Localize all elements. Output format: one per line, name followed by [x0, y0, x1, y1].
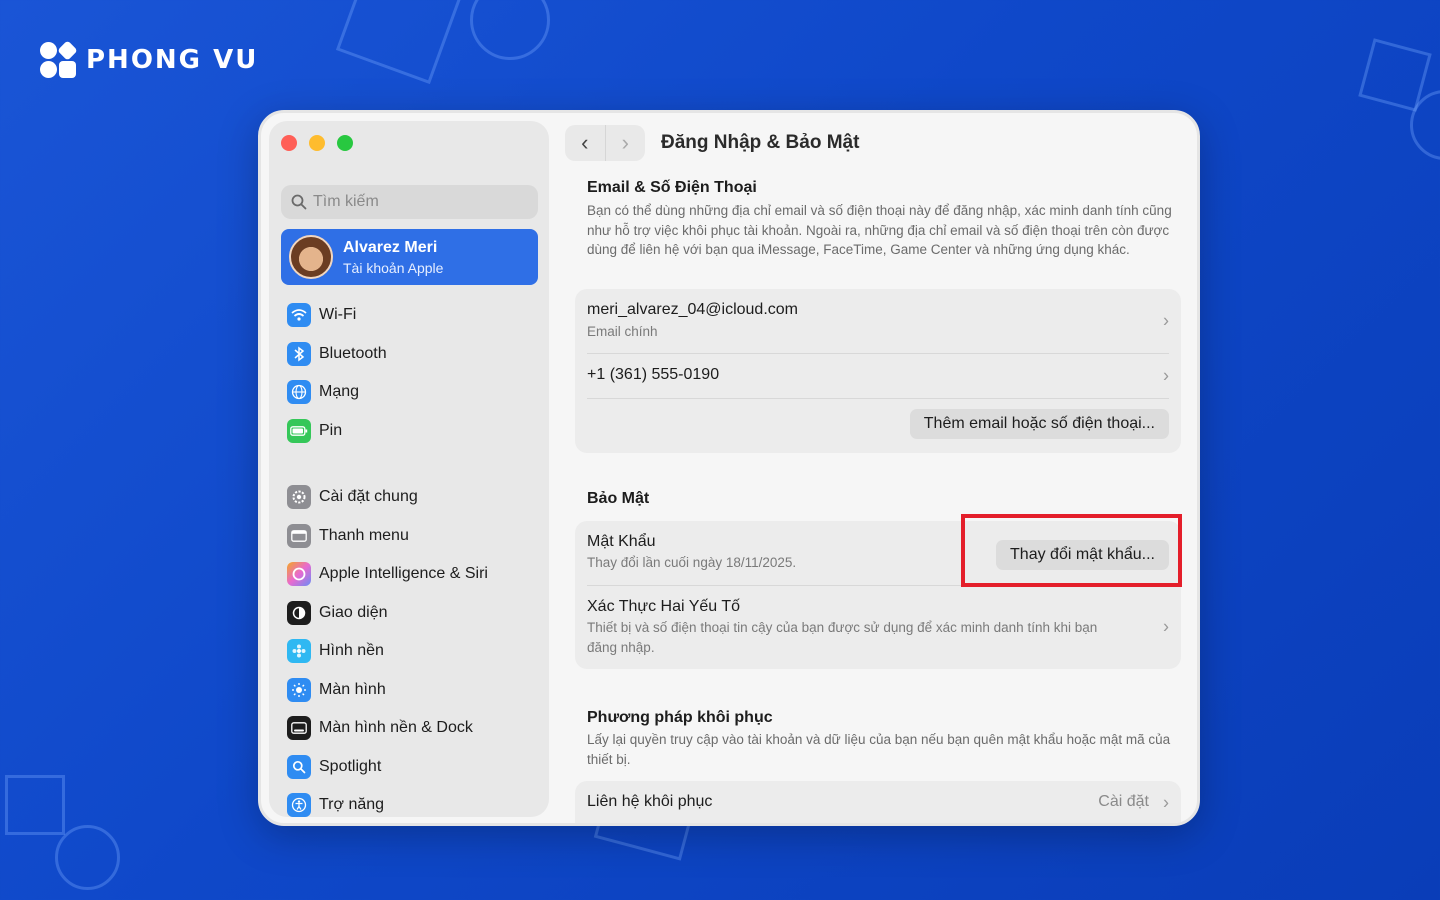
gear-icon — [287, 485, 311, 510]
sidebar-item-label: Trợ năng — [319, 796, 385, 814]
email-phone-card: meri_alvarez_04@icloud.com Email chính ›… — [575, 289, 1181, 453]
zoom-button[interactable] — [337, 135, 353, 151]
close-button[interactable] — [281, 135, 297, 151]
recovery-section-description: Lấy lại quyền truy cập vào tài khoản và … — [587, 732, 1171, 767]
accessibility-icon — [287, 793, 311, 818]
sidebar-item-label: Màn hình nền & Dock — [319, 719, 473, 737]
page-title: Đăng Nhập & Bảo Mật — [661, 132, 860, 153]
sidebar-item-appearance[interactable]: Giao diện — [287, 594, 537, 633]
two-factor-title: Xác Thực Hai Yếu Tố — [587, 598, 741, 615]
search-input[interactable] — [313, 193, 513, 211]
sidebar-item-label: Thanh menu — [319, 526, 409, 544]
sidebar-item-menubar[interactable]: Thanh menu — [287, 517, 537, 556]
sidebar-item-wallpaper[interactable]: Hình nền — [287, 632, 537, 671]
highlight-box — [961, 514, 1182, 587]
phone-row[interactable]: +1 (361) 555-0190 › — [575, 354, 1181, 398]
chevron-right-icon: › — [1163, 365, 1169, 386]
phone-number: +1 (361) 555-0190 — [587, 366, 720, 383]
sidebar-item-label: Apple Intelligence & Siri — [319, 565, 488, 583]
sidebar-group-system: Cài đặt chung Thanh menu Apple Intellige… — [287, 478, 537, 823]
siri-icon — [287, 562, 311, 587]
sidebar-item-battery[interactable]: Pin — [287, 412, 537, 451]
add-email-phone-button[interactable]: Thêm email hoặc số điện thoại... — [909, 409, 1169, 439]
sidebar-item-network[interactable]: Mạng — [287, 373, 537, 412]
sidebar: Alvarez Meri Tài khoản Apple Wi-Fi Bluet… — [269, 121, 549, 818]
chevron-right-icon: › — [621, 130, 629, 155]
sidebar-group-network: Wi-Fi Bluetooth Mạng Pin — [287, 296, 537, 450]
account-name: Alvarez Meri — [343, 238, 438, 256]
sidebar-item-apple-account[interactable]: Alvarez Meri Tài khoản Apple — [281, 229, 538, 285]
chevron-right-icon: › — [1163, 310, 1169, 331]
two-factor-row[interactable]: Xác Thực Hai Yếu Tố Thiết bị và số điện … — [575, 586, 1181, 668]
bluetooth-icon — [287, 341, 311, 366]
security-section-title: Bảo Mật — [587, 490, 650, 507]
sidebar-item-bluetooth[interactable]: Bluetooth — [287, 335, 537, 374]
sidebar-item-siri[interactable]: Apple Intelligence & Siri — [287, 555, 537, 594]
minimize-button[interactable] — [309, 135, 325, 151]
recovery-contact-row[interactable]: Liên hệ khôi phục Cài đặt › — [575, 781, 1181, 823]
add-contact-container: Thêm email hoặc số điện thoại... — [909, 409, 1169, 439]
email-row[interactable]: meri_alvarez_04@icloud.com Email chính › — [575, 289, 1181, 353]
email-label: Email chính — [587, 324, 658, 339]
search-field[interactable] — [281, 185, 538, 219]
dock-icon — [287, 716, 311, 741]
back-button[interactable]: ‹ — [565, 125, 605, 161]
brand-name: PHONG VU — [86, 45, 259, 75]
spotlight-icon — [287, 754, 311, 779]
search-icon — [291, 194, 307, 210]
wifi-icon — [287, 303, 311, 328]
sidebar-item-label: Pin — [319, 421, 343, 439]
main-content: ‹ › Đăng Nhập & Bảo Mật Email & Số Điện … — [557, 113, 1197, 823]
recovery-card: Liên hệ khôi phục Cài đặt › — [575, 781, 1181, 823]
sidebar-item-accessibility[interactable]: Trợ năng — [287, 786, 537, 823]
sidebar-item-label: Mạng — [319, 383, 360, 401]
sidebar-item-wifi[interactable]: Wi-Fi — [287, 296, 537, 335]
appearance-icon — [287, 600, 311, 625]
window-controls — [281, 135, 353, 151]
brand-logo: PHONG VU — [38, 40, 258, 80]
brand-mark-icon — [38, 40, 80, 80]
recovery-section-title: Phương pháp khôi phục — [587, 709, 773, 726]
recovery-contact-label: Liên hệ khôi phục — [587, 793, 713, 810]
sidebar-item-label: Spotlight — [319, 757, 382, 775]
recovery-contact-value: Cài đặt — [1098, 793, 1149, 810]
battery-icon — [287, 418, 311, 443]
email-section-description: Bạn có thể dùng những địa chỉ email và s… — [587, 203, 1172, 257]
account-subtitle: Tài khoản Apple — [343, 259, 444, 276]
sidebar-item-display[interactable]: Màn hình — [287, 671, 537, 710]
settings-window: Alvarez Meri Tài khoản Apple Wi-Fi Bluet… — [258, 110, 1200, 826]
sidebar-item-label: Màn hình — [319, 680, 386, 698]
display-icon — [287, 677, 311, 702]
two-factor-description: Thiết bị và số điện thoại tin cậy của bạ… — [587, 620, 1098, 655]
sidebar-item-label: Hình nền — [319, 642, 384, 660]
email-section-title: Email & Số Điện Thoại — [587, 179, 757, 196]
navigation-buttons: ‹ › — [565, 125, 645, 161]
email-address: meri_alvarez_04@icloud.com — [587, 301, 798, 318]
sidebar-item-general[interactable]: Cài đặt chung — [287, 478, 537, 517]
chevron-right-icon: › — [1163, 792, 1169, 813]
sidebar-item-label: Giao diện — [319, 603, 388, 621]
avatar — [289, 235, 333, 279]
divider — [587, 398, 1169, 399]
sidebar-item-label: Cài đặt chung — [319, 488, 418, 506]
sidebar-item-label: Bluetooth — [319, 344, 387, 362]
forward-button[interactable]: › — [604, 125, 646, 161]
sidebar-item-label: Wi-Fi — [319, 306, 357, 324]
sidebar-item-spotlight[interactable]: Spotlight — [287, 748, 537, 787]
chevron-left-icon: ‹ — [581, 130, 589, 155]
chevron-right-icon: › — [1163, 616, 1169, 637]
wallpaper-icon — [287, 639, 311, 664]
sidebar-item-desktop-dock[interactable]: Màn hình nền & Dock — [287, 709, 537, 748]
menubar-icon — [287, 523, 311, 548]
globe-icon — [287, 380, 311, 405]
